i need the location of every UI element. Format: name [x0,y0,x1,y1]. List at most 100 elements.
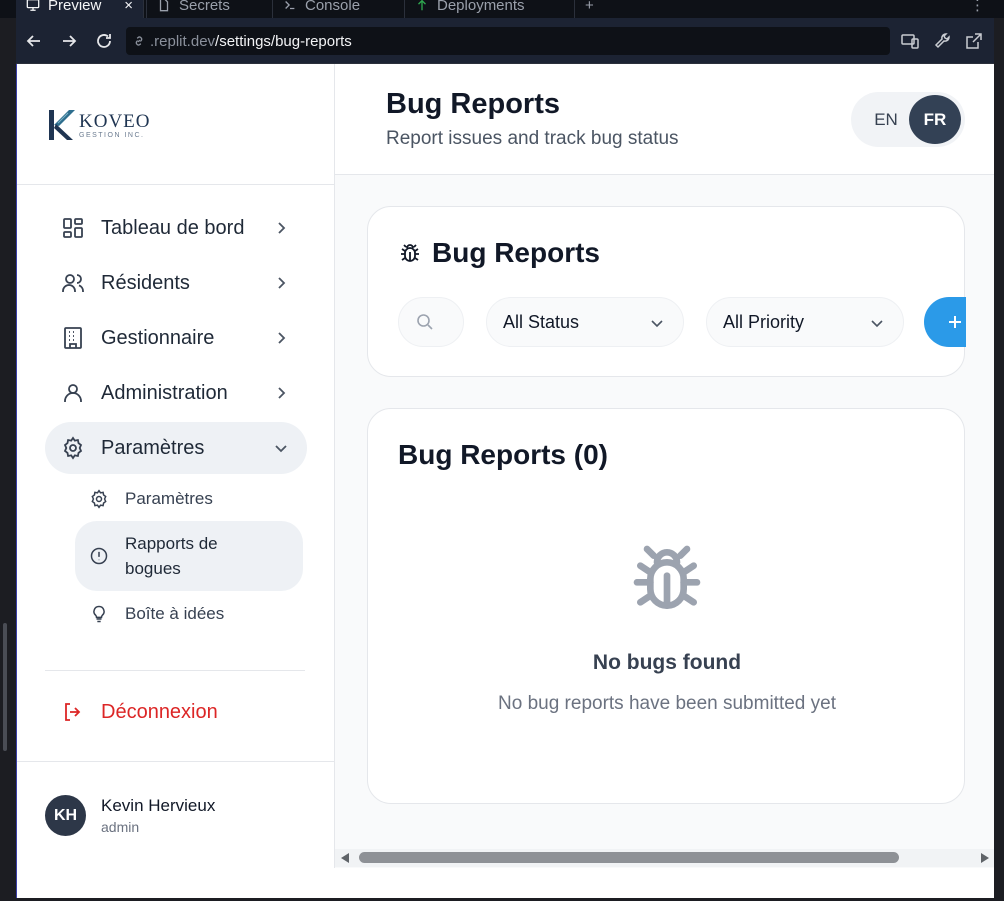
chevron-right-icon [278,222,286,234]
plus-icon [949,316,961,328]
forward-arrow-icon[interactable] [59,31,79,51]
tab-secrets[interactable]: Secrets [146,0,271,18]
sidebar-subitem-bug-reports[interactable]: Rapports de bogues [75,521,303,591]
more-options-icon[interactable]: ⋮ [960,0,990,18]
sidebar-item-label: Paramètres [101,436,205,459]
sidebar-nav: Tableau de bord Résidents Gestionnaire A… [45,202,307,637]
language-fr-button[interactable]: FR [909,95,961,144]
reload-icon[interactable] [94,31,114,51]
tab-secrets-label: Secrets [179,0,230,14]
sidebar-item-settings[interactable]: Paramètres [45,422,307,474]
tab-deployments-label: Deployments [437,0,525,14]
empty-state-title: No bugs found [592,651,742,674]
chevron-right-icon [278,332,286,344]
sidebar-subitem-idea-box[interactable]: Boîte à idées [75,591,303,637]
sidebar-item-dashboard[interactable]: Tableau de bord [45,202,307,254]
sidebar-item-manager[interactable]: Gestionnaire [45,312,307,364]
sidebar-subitem-settings[interactable]: Paramètres [75,477,303,521]
status-select-value: All Status [503,311,580,332]
bug-list-title: Bug Reports (0) [398,439,608,470]
wrench-icon[interactable] [933,31,953,51]
tab-deployments[interactable]: Deployments [404,0,572,18]
page-subtitle: Report issues and track bug status [386,128,679,149]
close-icon[interactable]: × [124,0,133,14]
language-toggle: EN FR [851,92,965,147]
tab-preview[interactable]: Preview × [16,0,144,18]
sidebar-subitem-label: Boîte à idées [125,604,225,623]
logo-name: KOVEO [79,110,151,132]
sidebar-item-label: Résidents [101,271,190,294]
monitor-icon [26,0,40,11]
logo-k-icon [49,110,75,140]
workspace-tab-bar: Preview × Secrets Console Deployments + … [0,0,1004,18]
file-icon [159,0,169,12]
user-role: admin [101,819,140,835]
filters-card: Bug Reports All Status All Priority [367,206,966,377]
link-icon [135,36,143,46]
search-input[interactable] [398,297,464,347]
logout-button[interactable]: Déconnexion [61,700,218,724]
preview-url-bar: .replit.dev/settings/bug-reports [16,18,994,64]
search-icon [417,314,433,330]
bug-icon [401,244,419,262]
scroll-left-arrow[interactable] [341,853,349,863]
koveo-logo[interactable]: KOVEO GESTION INC. [47,108,151,142]
sidebar-item-label: Tableau de bord [101,216,245,239]
report-bug-button[interactable]: Re [924,297,966,347]
tab-console[interactable]: Console [272,0,402,18]
right-panel-edge [994,64,1004,901]
resize-handle[interactable] [3,623,7,751]
sidebar-divider [45,670,305,671]
external-link-icon[interactable] [964,31,984,51]
app-viewport: KOVEO GESTION INC. Tableau de bord Résid… [16,64,994,898]
devices-icon[interactable] [900,31,920,51]
priority-select[interactable]: All Priority [706,297,904,347]
sidebar-item-residents[interactable]: Résidents [45,257,307,309]
bug-icon [633,545,701,609]
chevron-down-icon [871,320,883,328]
gear-icon [91,489,107,509]
scroll-right-arrow[interactable] [981,853,989,863]
terminal-icon [285,1,295,10]
alert-circle-icon [90,547,108,565]
url-field[interactable]: .replit.dev/settings/bug-reports [126,27,890,55]
logout-icon [65,703,81,721]
chevron-down-icon [651,320,663,328]
filters-card-title: Bug Reports [398,237,600,269]
chevron-down-icon [275,445,287,453]
user-name: Kevin Hervieux [101,796,216,815]
sidebar-subitem-label: Rapports de bogues [125,534,218,578]
language-en-button[interactable]: EN [861,95,911,144]
horizontal-scrollbar[interactable] [335,849,994,867]
sidebar-item-label: Gestionnaire [101,326,215,349]
gear-icon [63,436,83,460]
chevron-right-icon [278,387,286,399]
users-icon [62,274,84,292]
user-profile[interactable]: KH Kevin Hervieux admin [17,761,335,868]
url-path: /settings/bug-reports [215,32,352,50]
dashboard-icon [63,218,83,238]
status-select[interactable]: All Status [486,297,684,347]
scrollbar-thumb[interactable] [359,852,899,863]
bottom-blank-area [17,868,994,898]
page-header: Bug Reports Report issues and track bug … [335,64,994,175]
priority-select-value: All Priority [723,311,805,332]
url-host: .replit.dev [150,32,216,50]
tab-preview-label: Preview [48,0,102,14]
user-icon [64,384,82,402]
filters-card-title-text: Bug Reports [432,237,600,268]
back-arrow-icon[interactable] [24,31,44,51]
tab-console-label: Console [305,0,361,14]
sidebar: KOVEO GESTION INC. Tableau de bord Résid… [17,64,335,868]
sidebar-item-administration[interactable]: Administration [45,367,307,419]
sidebar-item-label: Administration [101,381,228,404]
empty-state-subtitle: No bug reports have been submitted yet [498,693,836,714]
logo-subtitle: GESTION INC. [79,131,145,139]
bug-list-card: Bug Reports (0) No bugs found No bug rep… [367,408,965,804]
new-tab-button[interactable]: + [574,0,614,18]
browser-frame: Preview × Secrets Console Deployments + … [0,0,1004,901]
page-title: Bug Reports [386,88,560,120]
sidebar-subitem-label: Paramètres [125,489,213,508]
building-icon [64,327,82,349]
logo-area: KOVEO GESTION INC. [17,64,335,185]
